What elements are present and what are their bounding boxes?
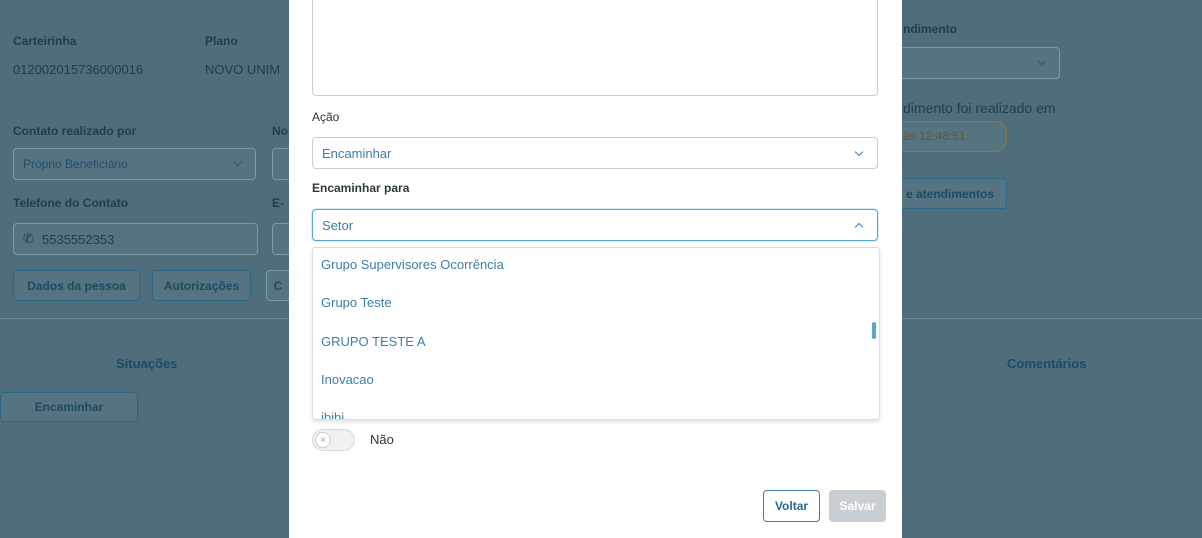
- acao-label: Ação: [312, 110, 340, 124]
- list-item[interactable]: Grupo Teste: [321, 295, 392, 310]
- chevron-down-icon: [854, 147, 864, 157]
- situacoes-title: Situações: [116, 356, 178, 371]
- atendimentos-button[interactable]: e atendimentos: [893, 178, 1007, 209]
- voltar-button[interactable]: Voltar: [763, 490, 820, 522]
- salvar-button[interactable]: Salvar: [829, 490, 886, 522]
- comentarios-title: Comentários: [1007, 356, 1087, 371]
- description-textarea[interactable]: [312, 0, 878, 96]
- modal-dialog: Ação Encaminhar Encaminhar para Setor Gr…: [289, 0, 902, 538]
- contato-value: Próprio Beneficiário: [23, 157, 128, 171]
- dados-pessoa-button[interactable]: Dados da pessoa: [13, 270, 140, 301]
- telefone-label: Telefone do Contato: [13, 196, 129, 210]
- contato-select[interactable]: Próprio Beneficiário: [13, 148, 256, 180]
- setor-dropdown-list[interactable]: Grupo Supervisores Ocorrência Grupo Test…: [312, 247, 880, 420]
- encaminhar-para-label: Encaminhar para: [312, 181, 410, 195]
- setor-value: Setor: [322, 218, 354, 233]
- list-item[interactable]: Inovacao: [321, 372, 374, 387]
- autorizacoes-button[interactable]: Autorizações: [152, 270, 251, 301]
- extra-button[interactable]: C: [266, 270, 290, 301]
- chevron-down-icon: [233, 157, 243, 167]
- list-item[interactable]: GRUPO TESTE A: [321, 334, 426, 349]
- telefone-value: 5535552353: [42, 232, 115, 247]
- plano-label: Plano: [205, 34, 238, 48]
- toggle-switch[interactable]: ×: [312, 429, 355, 451]
- close-icon: ×: [315, 432, 331, 448]
- scrollbar-thumb[interactable]: [872, 322, 876, 339]
- telefone-field[interactable]: ✆ 5535552353: [13, 223, 258, 255]
- carteirinha-value: 012002015736000016: [13, 62, 144, 77]
- e-label: E-: [272, 196, 284, 210]
- acao-select[interactable]: Encaminhar: [312, 137, 878, 169]
- list-item[interactable]: Grupo Supervisores Ocorrência: [321, 257, 504, 272]
- contato-label: Contato realizado por: [13, 124, 137, 138]
- carteirinha-label: Carteirinha: [13, 34, 77, 48]
- atendimento-info: dimento foi realizado em: [903, 100, 1056, 116]
- encaminhar-button[interactable]: Encaminhar: [0, 392, 138, 422]
- setor-select[interactable]: Setor: [312, 209, 878, 241]
- phone-icon: ✆: [23, 231, 34, 246]
- atendimento-time-badge: às 12:48:51: [892, 121, 1007, 152]
- atendimento-time: às 12:48:51: [903, 129, 966, 143]
- atendimento-label: ndimento: [903, 22, 957, 36]
- plano-value: NOVO UNIM: [205, 62, 281, 77]
- chevron-up-icon: [854, 222, 864, 232]
- acao-value: Encaminhar: [322, 146, 392, 161]
- chevron-down-icon: [1037, 56, 1047, 66]
- no-label: No: [272, 124, 288, 138]
- atendimento-select[interactable]: [898, 47, 1060, 79]
- list-item[interactable]: ibibi: [321, 410, 344, 419]
- toggle-label: Não: [370, 432, 394, 447]
